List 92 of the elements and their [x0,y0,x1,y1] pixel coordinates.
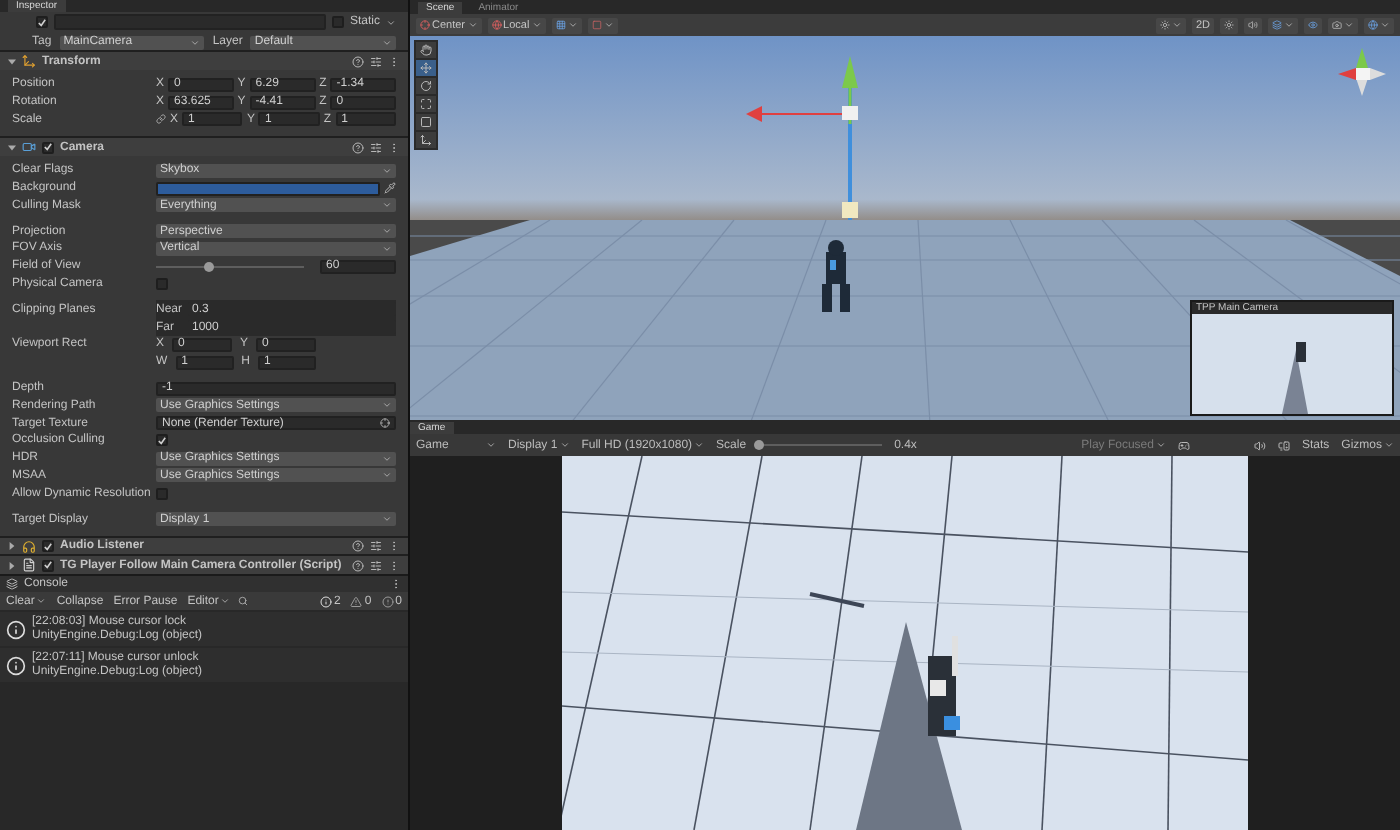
active-checkbox[interactable] [36,16,48,29]
caret-icon [220,596,231,606]
name-field[interactable] [54,14,326,31]
caret-icon [486,440,496,450]
camera-button[interactable] [1328,17,1358,33]
space-icon [491,20,502,30]
checkbox[interactable] [156,278,168,291]
checkbox[interactable] [156,434,168,447]
check-icon [38,17,46,28]
audio-button[interactable] [1244,17,1262,33]
gizmos-button[interactable] [1364,17,1394,33]
caret-icon [1171,20,1182,30]
slider-thumb[interactable] [204,261,215,272]
foldout-icon [8,561,16,570]
caret-icon [382,400,392,411]
caret-icon [382,165,392,176]
static-checkbox[interactable] [331,16,344,29]
console-icon [6,578,18,590]
move-icon [420,62,432,74]
transform-tool[interactable] [416,132,436,148]
check-icon [44,142,52,153]
rect-icon [420,116,432,128]
rect-tool[interactable] [416,114,436,130]
caret-icon [382,200,392,211]
caret-icon [603,20,614,30]
warning-icon [350,595,363,607]
caret-icon [559,440,570,450]
shading-dropdown[interactable] [1155,17,1186,33]
gamepad-icon [1177,439,1190,451]
help-icon [352,141,364,154]
help-icon [352,55,364,68]
info-icon [6,655,26,675]
help-icon [352,559,364,572]
enable-checkbox[interactable] [42,141,54,154]
caret-icon [1384,440,1394,450]
check-icon [158,435,166,446]
grid-icon [555,20,566,30]
checkbox[interactable] [156,487,168,500]
enable-checkbox[interactable] [42,559,54,572]
visibility-button[interactable] [1304,17,1322,33]
scale-tool[interactable] [416,96,436,112]
speaker-icon [1253,439,1266,451]
move-tool[interactable] [416,60,436,76]
presets-icon [370,55,382,68]
caret-icon [531,20,542,30]
scale-slider-thumb[interactable] [753,440,764,450]
rotate-icon [420,80,432,92]
color-field[interactable] [156,181,380,196]
caret-icon [1155,440,1166,450]
error-icon [381,595,394,607]
camera-icon [22,140,36,155]
caret-icon [1284,20,1294,30]
rotate-tool[interactable] [416,78,436,94]
search-icon [238,596,249,606]
caret-icon [36,596,47,606]
camera-icon [1332,20,1342,30]
info-icon [319,595,332,607]
effects-icon [1272,20,1282,30]
transform-icon [420,134,432,146]
axes-icon [22,54,36,69]
caret-icon [1380,20,1390,30]
info-icon [6,619,26,639]
script-icon [22,558,36,573]
headphones-icon [22,539,36,554]
caret-icon [694,440,705,450]
eye-icon [1308,20,1318,30]
square-icon [591,20,602,30]
speaker-icon [1248,20,1258,30]
caret-icon [190,37,201,48]
help-icon [352,540,364,553]
foldout-icon [8,542,16,551]
globe-icon [1368,20,1378,30]
hand-tool[interactable] [416,42,436,58]
light-icon [1224,20,1234,30]
presets-icon [370,540,382,553]
monitor-icon [1277,439,1290,451]
grid-snap-button[interactable] [551,17,582,33]
effects-button[interactable] [1268,17,1298,33]
presets-icon [370,559,382,572]
target-icon [380,418,390,429]
lighting-button[interactable] [1220,17,1238,33]
caret-icon [467,20,478,30]
caret-icon [567,20,578,30]
enable-checkbox[interactable] [42,540,54,553]
presets-icon [370,141,382,154]
foldout-icon [8,57,16,66]
caret-icon [382,514,392,525]
eyedropper-icon [384,182,396,195]
pivot-icon [420,20,430,30]
hand-icon [420,44,432,56]
foldout-icon [8,143,16,152]
caret-icon [1344,20,1354,30]
